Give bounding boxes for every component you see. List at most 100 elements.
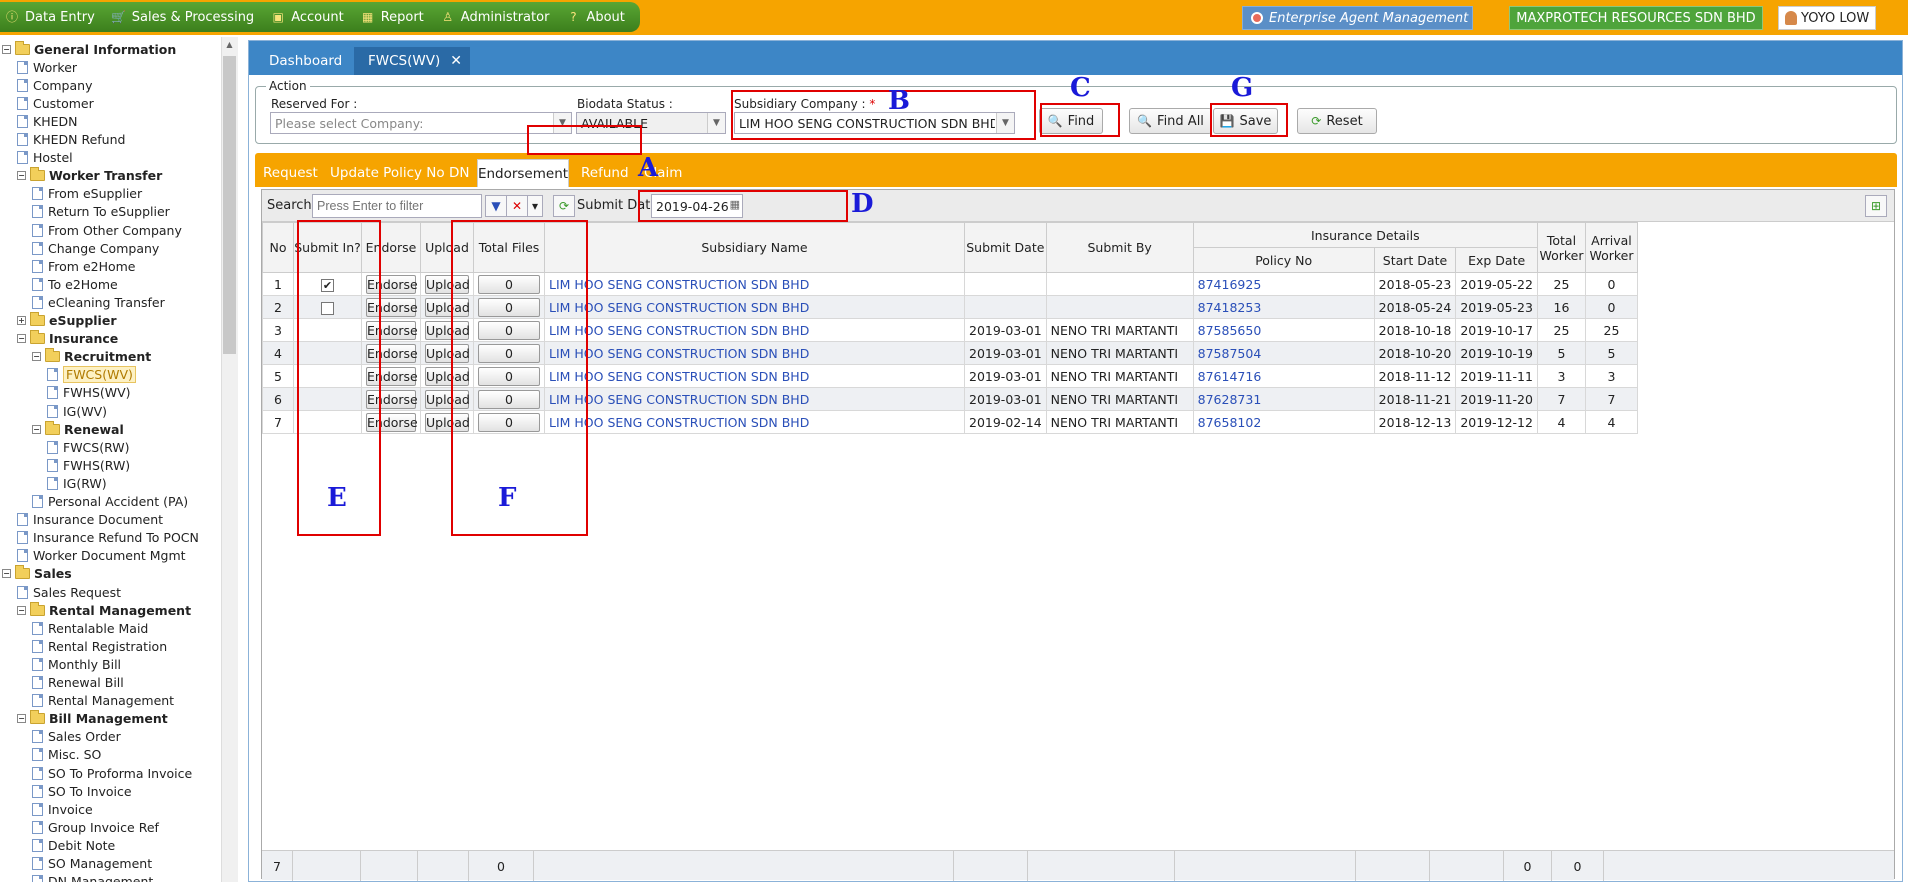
endorse-button[interactable]: Endorse [366,389,418,409]
submit-in-checkbox[interactable]: ✔ [321,278,334,292]
calendar-icon[interactable]: ▦ [730,198,740,211]
sidebar-item[interactable]: Personal Accident (PA) [32,493,188,511]
sidebar-item[interactable]: Worker [17,58,77,76]
sidebar-item[interactable]: FWHS(RW) [47,456,130,474]
menu-data-entry[interactable]: ⓘ Data Entry [0,2,107,32]
sidebar-item[interactable]: Rentalable Maid [32,619,148,637]
upload-button[interactable]: Upload [425,389,470,409]
menu-sales-processing[interactable]: 🛒 Sales & Processing [107,2,266,32]
sidebar-item[interactable]: − Bill Management [17,710,168,728]
subsidiary-company-select[interactable]: LIM HOO SENG CONSTRUCTION SDN BHD ▼ [734,112,1015,134]
tab-dashboard[interactable]: Dashboard [255,47,351,75]
total-files-button[interactable]: 0 [478,389,540,409]
sidebar-item[interactable]: From eSupplier [32,185,142,203]
cell-subsidiary-name[interactable]: LIM HOO SENG CONSTRUCTION SDN BHD [544,387,965,411]
save-button[interactable]: 💾 Save [1213,108,1278,134]
sidebar-item[interactable]: Renewal Bill [32,674,124,692]
sidebar-item[interactable]: − Recruitment [32,348,151,366]
collapse-icon[interactable]: − [2,569,11,579]
cell-policy-no[interactable]: 87628731 [1192,387,1375,411]
sidebar-item[interactable]: Customer [17,94,94,112]
find-button[interactable]: 🔍 Find [1039,108,1103,134]
total-files-button[interactable]: 0 [478,297,540,317]
subtab-refund[interactable]: Refund [581,159,629,187]
cell-policy-no[interactable]: 87585650 [1192,318,1375,342]
filter-options-icon[interactable]: ▾ [527,195,543,217]
subtab-request[interactable]: Request [263,159,318,187]
enterprise-agent-badge[interactable]: Enterprise Agent Management [1242,6,1473,30]
sidebar-item[interactable]: Sales Request [17,583,121,601]
close-icon[interactable]: ✕ [450,53,462,69]
sidebar-scroll-thumb[interactable] [223,56,236,354]
sidebar-item[interactable]: From e2Home [32,257,136,275]
sidebar-item[interactable]: Rental Registration [32,637,167,655]
endorse-button[interactable]: Endorse [366,320,418,340]
sidebar-item[interactable]: From Other Company [32,221,182,239]
collapse-icon[interactable]: − [17,605,26,615]
collapse-icon[interactable]: − [17,171,26,181]
sidebar-item[interactable]: − Sales [2,565,72,583]
expand-icon[interactable]: + [17,316,26,325]
collapse-icon[interactable]: − [17,334,26,344]
filter-icon[interactable]: ▼ [485,195,507,217]
cell-policy-no[interactable]: 87587504 [1192,341,1375,365]
sidebar-item[interactable]: eCleaning Transfer [32,293,165,311]
reserved-for-select[interactable]: Please select Company: ▼ [270,112,572,134]
sidebar-item[interactable]: IG(WV) [47,402,107,420]
endorse-button[interactable]: Endorse [366,412,418,432]
upload-button[interactable]: Upload [425,320,470,340]
header-policy-no[interactable]: Policy No [1192,247,1375,273]
upload-button[interactable]: Upload [425,412,470,432]
refresh-icon[interactable]: ⟳ [553,195,575,217]
sidebar-item[interactable]: Change Company [32,239,159,257]
tab-fwcs-wv[interactable]: FWCS(WV) ✕ [354,47,470,75]
submit-date-input[interactable]: 2019-04-26 ▦ [651,194,743,218]
sidebar-item[interactable]: SO To Proforma Invoice [32,764,192,782]
sidebar-item[interactable]: − Worker Transfer [17,167,162,185]
sidebar-item[interactable]: Hostel [17,149,73,167]
cell-policy-no[interactable]: 87614716 [1192,364,1375,388]
endorse-button[interactable]: Endorse [366,343,418,363]
scroll-up-arrow[interactable]: ▲ [223,40,236,52]
cell-subsidiary-name[interactable]: LIM HOO SENG CONSTRUCTION SDN BHD [544,341,965,365]
sidebar-item[interactable]: Return To eSupplier [32,203,170,221]
find-all-button[interactable]: 🔍 Find All [1129,108,1212,134]
sidebar-item[interactable]: FWCS(RW) [47,438,130,456]
subtab-endorsement[interactable]: Endorsement [477,159,569,187]
cell-policy-no[interactable]: 87416925 [1192,272,1375,296]
upload-button[interactable]: Upload [425,366,470,386]
sidebar-item[interactable]: Insurance Document [17,511,163,529]
search-input[interactable] [312,194,482,218]
total-files-button[interactable]: 0 [478,274,540,294]
sidebar-item[interactable]: Invoice [32,800,93,818]
header-subsidiary-name[interactable]: Subsidiary Name [544,222,965,273]
sidebar-item[interactable]: Debit Note [32,836,115,854]
header-submit-by[interactable]: Submit By [1045,222,1194,273]
cell-policy-no[interactable]: 87658102 [1192,410,1375,434]
sidebar-item[interactable]: FWCS(WV) [47,366,136,384]
header-total-files[interactable]: Total Files [473,222,545,273]
sidebar-item[interactable]: DN Management [32,873,153,882]
reset-button[interactable]: ⟳ Reset [1297,108,1377,134]
upload-button[interactable]: Upload [425,297,470,317]
upload-button[interactable]: Upload [425,343,470,363]
collapse-icon[interactable]: − [17,714,26,724]
header-submit-date[interactable]: Submit Date [964,222,1047,273]
endorse-button[interactable]: Endorse [366,366,418,386]
sidebar-item[interactable]: To e2Home [32,275,118,293]
sidebar-item[interactable]: Company [17,76,92,94]
sidebar-item[interactable]: + eSupplier [17,312,117,330]
sidebar-item[interactable]: Group Invoice Ref [32,818,159,836]
sidebar-item[interactable]: Insurance Refund To POCN [17,529,199,547]
sidebar-item[interactable]: − General Information [2,40,176,58]
sidebar-item[interactable]: Worker Document Mgmt [17,547,186,565]
header-total-worker[interactable]: Total Worker [1536,222,1586,273]
collapse-icon[interactable]: − [32,352,41,362]
total-files-button[interactable]: 0 [478,412,540,432]
menu-account[interactable]: ▣ Account [266,2,356,32]
sidebar-item[interactable]: Sales Order [32,728,121,746]
total-files-button[interactable]: 0 [478,366,540,386]
total-files-button[interactable]: 0 [478,320,540,340]
sidebar-item[interactable]: IG(RW) [47,474,107,492]
menu-report[interactable]: ▦ Report [356,2,436,32]
